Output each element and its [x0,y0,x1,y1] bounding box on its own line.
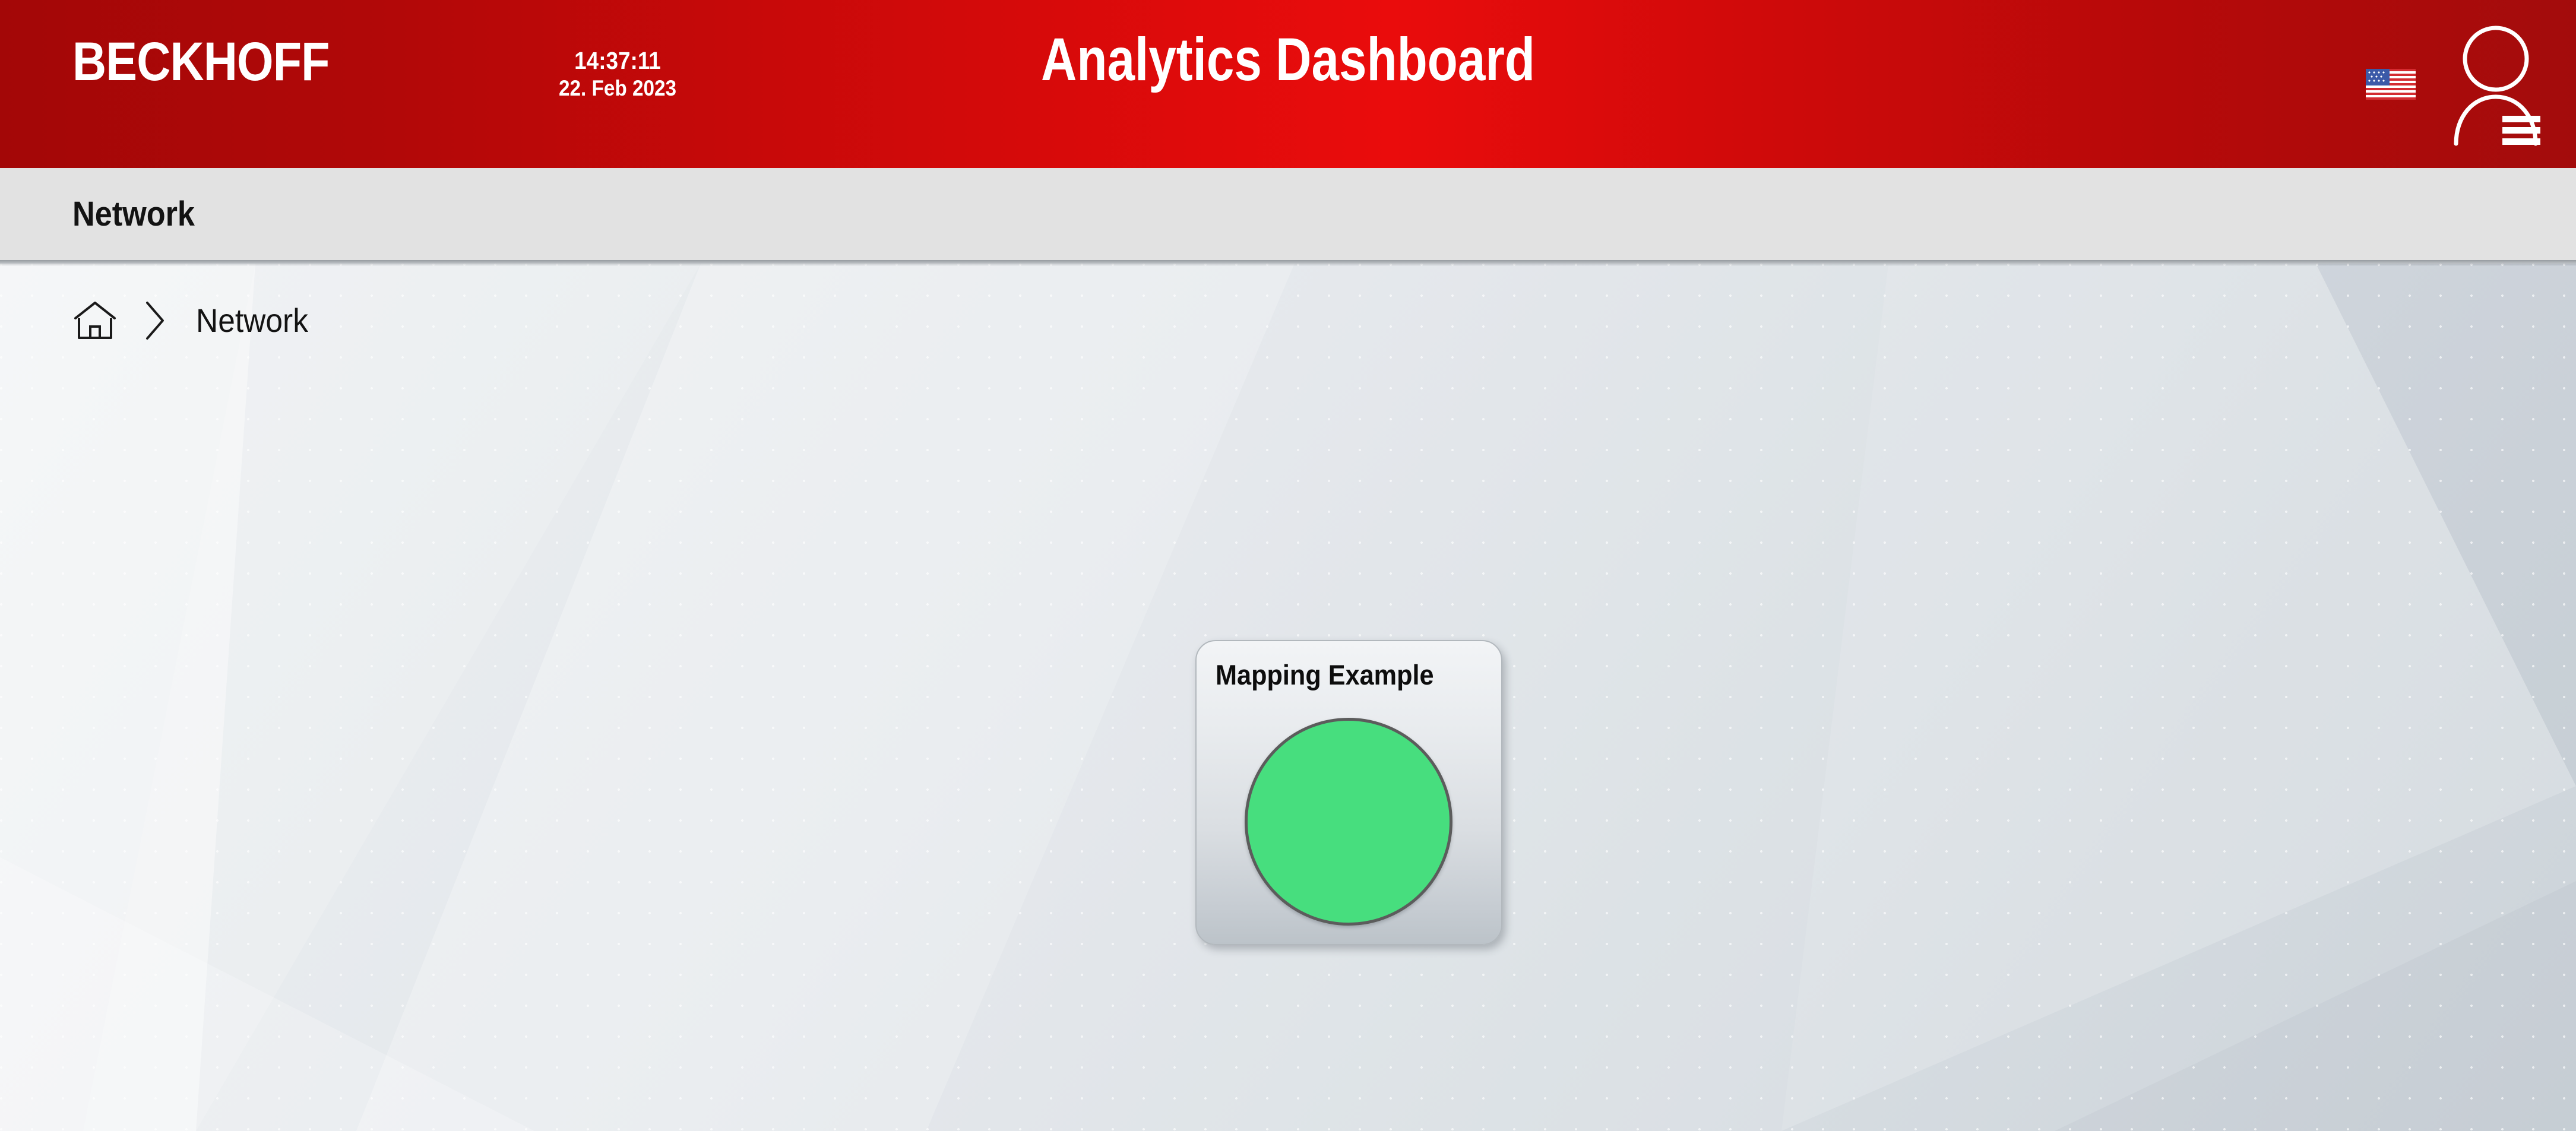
widget-title: Mapping Example [1216,659,1434,690]
user-account-menu-icon[interactable] [2451,22,2540,147]
app-header: BECKHOFF 14:37:11 22. Feb 2023 Analytics… [0,0,2576,168]
header-actions [2366,0,2540,168]
flag-stars [2367,69,2388,84]
section-navbar: Network [0,168,2576,260]
section-title: Network [72,194,195,233]
breadcrumb: Network [72,299,318,342]
chevron-right-icon [141,299,169,342]
mapping-example-widget[interactable]: Mapping Example [1195,640,1502,945]
home-icon[interactable] [72,300,118,341]
dashboard-root: BECKHOFF 14:37:11 22. Feb 2023 Analytics… [0,0,2576,1131]
status-lamp-circle[interactable] [1245,718,1452,926]
breadcrumb-current[interactable]: Network [196,303,308,338]
us-flag-icon[interactable] [2366,68,2416,100]
navbar-divider [0,260,2576,266]
page-title: Analytics Dashboard [1041,26,1535,93]
content-area: Network Mapping Example [0,264,2576,1131]
